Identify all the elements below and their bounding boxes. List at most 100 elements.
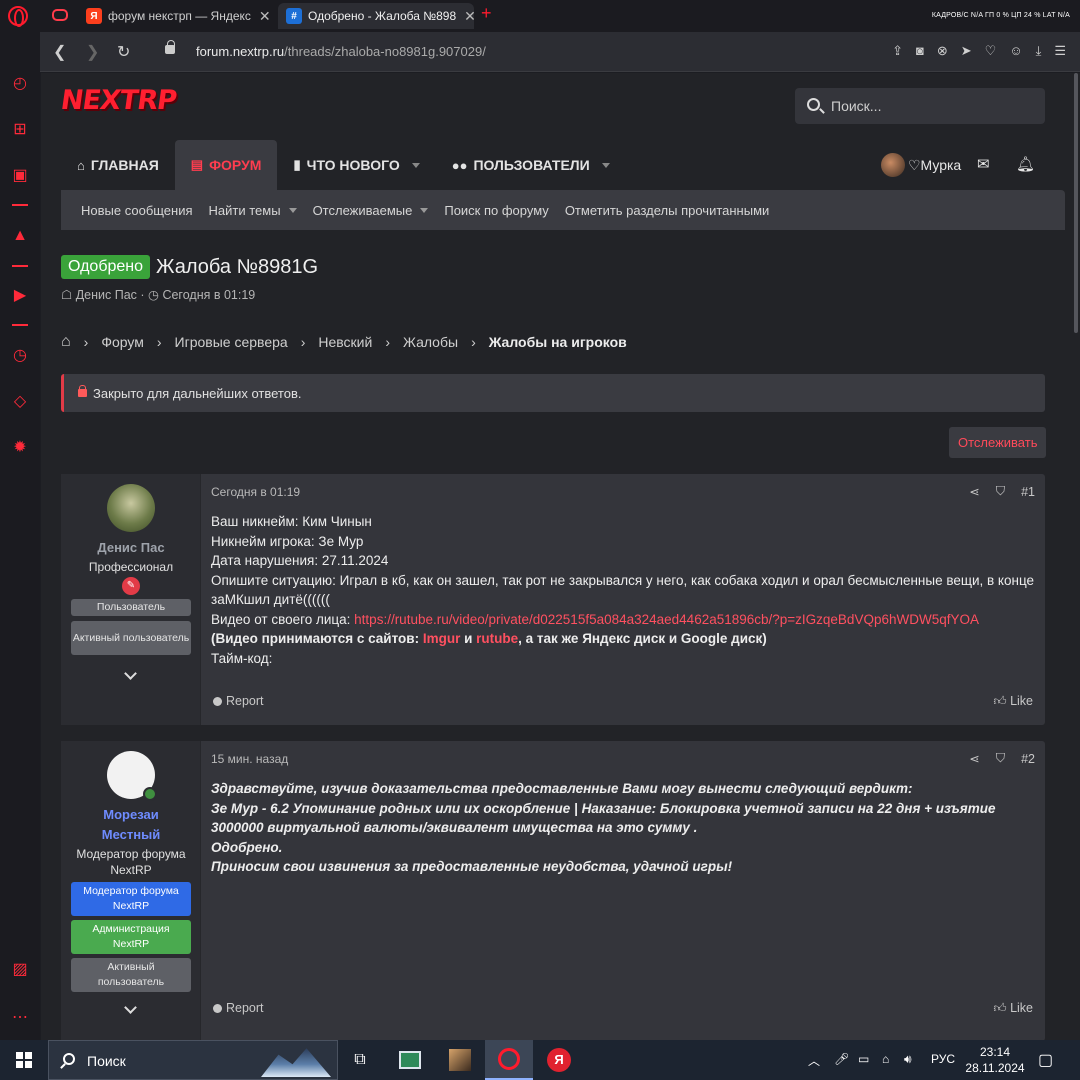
report-button[interactable]: Report <box>213 1001 264 1015</box>
account-menu[interactable]: ♡Мурка <box>881 153 961 177</box>
avatar[interactable] <box>107 484 155 532</box>
cube-icon[interactable]: ◇ <box>10 392 30 412</box>
chevron-down-icon[interactable] <box>411 162 420 168</box>
mail-icon[interactable]: ✉ <box>977 155 990 173</box>
breadcrumb-item[interactable]: Игровые сервера <box>175 334 288 350</box>
breadcrumb-item[interactable]: Жалобы <box>403 334 458 350</box>
nav-whats-new[interactable]: ▮ Что нового <box>277 140 435 190</box>
system-clock[interactable]: 23:14 28.11.2024 <box>960 1044 1030 1076</box>
chevron-down-icon[interactable] <box>420 207 429 213</box>
menu-icon[interactable]: ☰ <box>1054 43 1066 59</box>
back-icon[interactable]: ❮ <box>53 42 66 62</box>
profile-icon[interactable]: ☺ <box>1009 43 1022 59</box>
player-icon[interactable]: ▶ <box>10 286 30 306</box>
opera-logo-icon[interactable] <box>8 6 28 27</box>
reload-icon[interactable]: ↻ <box>117 42 130 62</box>
sub-nav: Новые сообщения Найти темы Отслеживаемые… <box>61 190 1065 230</box>
language-indicator[interactable]: РУС <box>931 1052 955 1066</box>
game-launcher-icon[interactable]: Я <box>535 1040 583 1080</box>
post-username-line2[interactable]: Местный <box>61 827 201 842</box>
bag-icon[interactable]: ⊞ <box>10 120 30 140</box>
browser-tab-yandex[interactable]: Я форум некстрп — Яндекс ✕ <box>78 3 276 29</box>
subnav-mark-read[interactable]: Отметить разделы прочитанными <box>565 203 769 218</box>
lock-icon <box>165 40 175 54</box>
home-icon[interactable]: ⌂ <box>61 333 71 351</box>
network-icon[interactable]: ⌂ <box>882 1052 889 1066</box>
share-icon[interactable]: ⇪ <box>892 43 903 59</box>
block-icon[interactable]: ⊗ <box>937 43 948 59</box>
url-field[interactable]: forum.nextrp.ru/threads/zhaloba-no8981g.… <box>196 44 486 59</box>
chevron-down-icon[interactable] <box>601 162 610 168</box>
new-tab-button[interactable]: + <box>481 3 492 24</box>
post-text: Видео от своего лица: <box>211 611 355 627</box>
bookmark-icon[interactable]: ⛉ <box>996 484 1005 499</box>
close-tab-icon[interactable]: ✕ <box>456 8 474 25</box>
watch-button[interactable]: Отслеживать <box>949 427 1047 458</box>
download-icon[interactable]: ⤓ <box>1036 43 1042 59</box>
lock-icon <box>78 385 87 397</box>
tray-chevron-icon[interactable]: ︿ <box>808 1052 820 1069</box>
post-username[interactable]: Морезаи <box>61 807 201 822</box>
post-number[interactable]: #2 <box>1021 752 1035 766</box>
chevron-down-icon[interactable] <box>288 207 297 213</box>
imgur-link[interactable]: Imgur <box>423 631 461 646</box>
settings-icon[interactable]: ✹ <box>10 438 30 458</box>
subnav-watched[interactable]: Отслеживаемые <box>313 203 429 218</box>
media-app-icon[interactable] <box>436 1040 484 1080</box>
breadcrumb-item[interactable]: Невский <box>318 334 372 350</box>
gallery-icon[interactable]: ▨ <box>10 960 30 980</box>
explorer-app-icon[interactable] <box>386 1040 434 1080</box>
subnav-find-threads[interactable]: Найти темы <box>209 203 297 218</box>
browser-tab-active[interactable]: # Одобрено - Жалоба №898 ✕ <box>278 3 474 29</box>
video-link[interactable]: https://rutube.ru/video/private/d022515f… <box>354 612 979 627</box>
share-icon[interactable]: ⋖ <box>969 484 979 499</box>
thumbs-up-icon: 👍︎ <box>993 694 1007 708</box>
chip-icon[interactable]: ▣ <box>10 166 30 186</box>
heart-icon[interactable]: ♡ <box>985 43 997 59</box>
volume-icon[interactable]: 🔊︎ <box>904 1052 912 1067</box>
speed-dial-icon[interactable]: ◴ <box>10 74 30 94</box>
rutube-link[interactable]: rutube <box>476 631 518 646</box>
report-button[interactable]: Report <box>213 694 264 708</box>
share-icon[interactable]: ⋖ <box>969 751 979 766</box>
notifications-icon[interactable]: ▢ <box>1038 1050 1053 1070</box>
nav-users[interactable]: ●● Пользователи <box>436 140 626 190</box>
post-username[interactable]: Денис Пас <box>61 540 201 555</box>
history-icon[interactable]: ◷ <box>10 346 30 366</box>
gamepad-icon[interactable] <box>52 9 68 21</box>
send-icon[interactable]: ➤ <box>961 43 972 59</box>
aria-icon[interactable]: ▲ <box>10 226 30 246</box>
thread-author[interactable]: Денис Пас <box>76 288 137 302</box>
thread-date[interactable]: Сегодня в 01:19 <box>162 288 255 302</box>
camera-icon[interactable]: ◙ <box>916 43 924 59</box>
microphone-icon[interactable]: 🎤︎ <box>834 1052 849 1066</box>
close-tab-icon[interactable]: ✕ <box>251 8 271 25</box>
site-logo[interactable]: NEXTRP <box>59 85 178 116</box>
taskbar-search[interactable]: Поиск <box>48 1040 338 1080</box>
bookmark-icon[interactable]: ⛉ <box>996 751 1005 766</box>
display-icon[interactable]: ▭ <box>858 1052 869 1066</box>
forward-icon[interactable]: ❯ <box>86 42 99 62</box>
nav-forum[interactable]: ▤ Форум <box>174 140 278 190</box>
nav-home[interactable]: ⌂ Главная <box>61 140 175 190</box>
scrollbar-thumb[interactable] <box>1074 73 1078 333</box>
more-icon[interactable]: ⋯ <box>10 1008 30 1028</box>
breadcrumb-item[interactable]: Форум <box>101 334 144 350</box>
like-button[interactable]: 👍︎ Like <box>994 694 1034 709</box>
search-input[interactable]: Поиск... <box>795 88 1045 124</box>
chevron-down-icon[interactable] <box>123 669 137 683</box>
windows-start-icon[interactable] <box>16 1052 32 1068</box>
post-date[interactable]: Сегодня в 01:19 <box>211 485 300 499</box>
breadcrumb-current[interactable]: Жалобы на игроков <box>489 334 627 350</box>
nav-label: Пользователи <box>473 157 590 173</box>
subnav-new-posts[interactable]: Новые сообщения <box>81 203 193 218</box>
post-date[interactable]: 15 мин. назад <box>211 752 288 766</box>
chevron-down-icon[interactable] <box>123 1003 137 1017</box>
post-number[interactable]: #1 <box>1021 485 1035 499</box>
page-scrollbar[interactable] <box>1072 73 1080 1040</box>
opera-app-icon[interactable] <box>485 1040 533 1080</box>
task-view-icon[interactable]: ⧉ <box>336 1040 384 1080</box>
subnav-search-forum[interactable]: Поиск по форуму <box>444 203 548 218</box>
bell-icon[interactable]: 🔔︎ <box>1016 155 1035 173</box>
like-button[interactable]: 👍︎ Like <box>994 1001 1034 1016</box>
